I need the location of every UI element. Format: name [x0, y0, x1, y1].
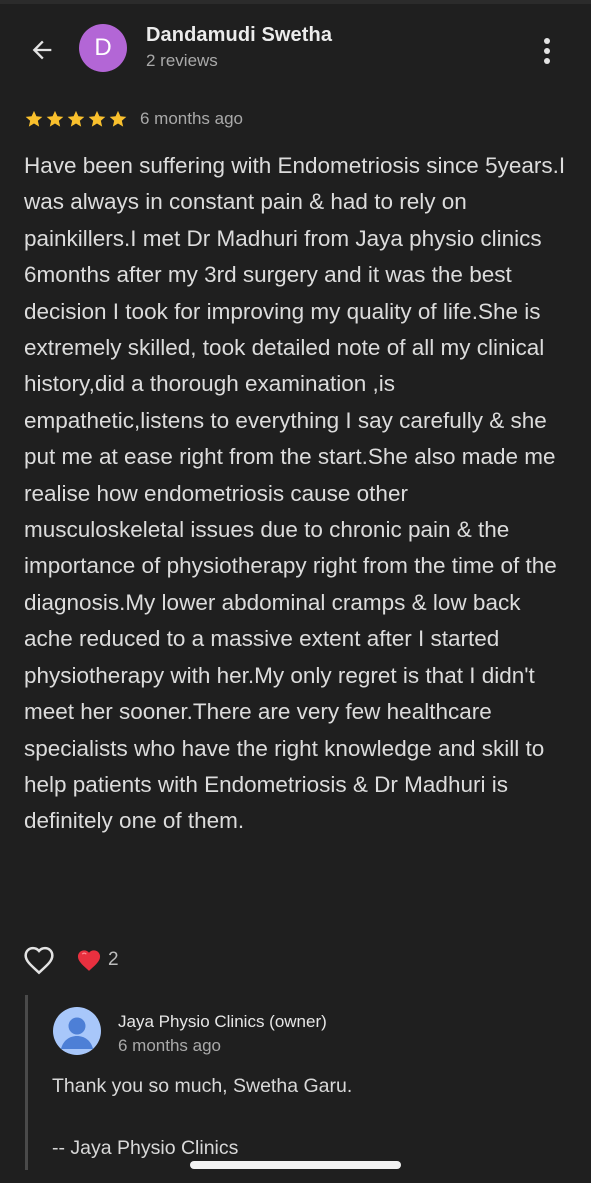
more-vert-icon [544, 38, 550, 64]
heart-reaction-count: 2 [108, 949, 119, 970]
star-rating [24, 109, 128, 129]
reviewer-name[interactable]: Dandamudi Swetha [146, 24, 332, 47]
like-button[interactable] [22, 943, 56, 977]
person-icon [61, 1017, 93, 1049]
owner-name: Jaya Physio Clinics (owner) [118, 1012, 327, 1031]
owner-reply-time: 6 months ago [118, 1036, 222, 1055]
red-heart-icon [77, 950, 101, 971]
owner-reply-text: Thank you so much, Swetha Garu. -- Jaya … [52, 1075, 353, 1159]
star-icon [46, 110, 64, 127]
star-icon [25, 110, 43, 127]
arrow-back-icon [32, 40, 52, 60]
heart-outline-icon [24, 946, 54, 975]
rating-row: 6 months ago [24, 106, 243, 132]
reviewer-avatar[interactable]: D [79, 24, 127, 72]
heart-reaction[interactable]: 2 [76, 948, 119, 972]
home-indicator[interactable] [190, 1161, 401, 1169]
avatar-initial: D [94, 34, 112, 61]
star-icon [88, 110, 106, 127]
reaction-bar: 2 [22, 942, 119, 978]
review-text: Have been suffering with Endometriosis s… [24, 153, 566, 834]
review-time: 6 months ago [140, 109, 244, 128]
back-button[interactable] [22, 30, 62, 70]
owner-reply: Jaya Physio Clinics (owner) 6 months ago… [25, 995, 568, 1170]
star-icon [109, 110, 127, 127]
star-icon [67, 110, 85, 127]
owner-avatar[interactable] [53, 1007, 101, 1055]
reviewer-review-count: 2 reviews [146, 51, 218, 70]
more-options-button[interactable] [530, 32, 564, 70]
review-header: D Dandamudi Swetha 2 reviews [0, 4, 591, 88]
